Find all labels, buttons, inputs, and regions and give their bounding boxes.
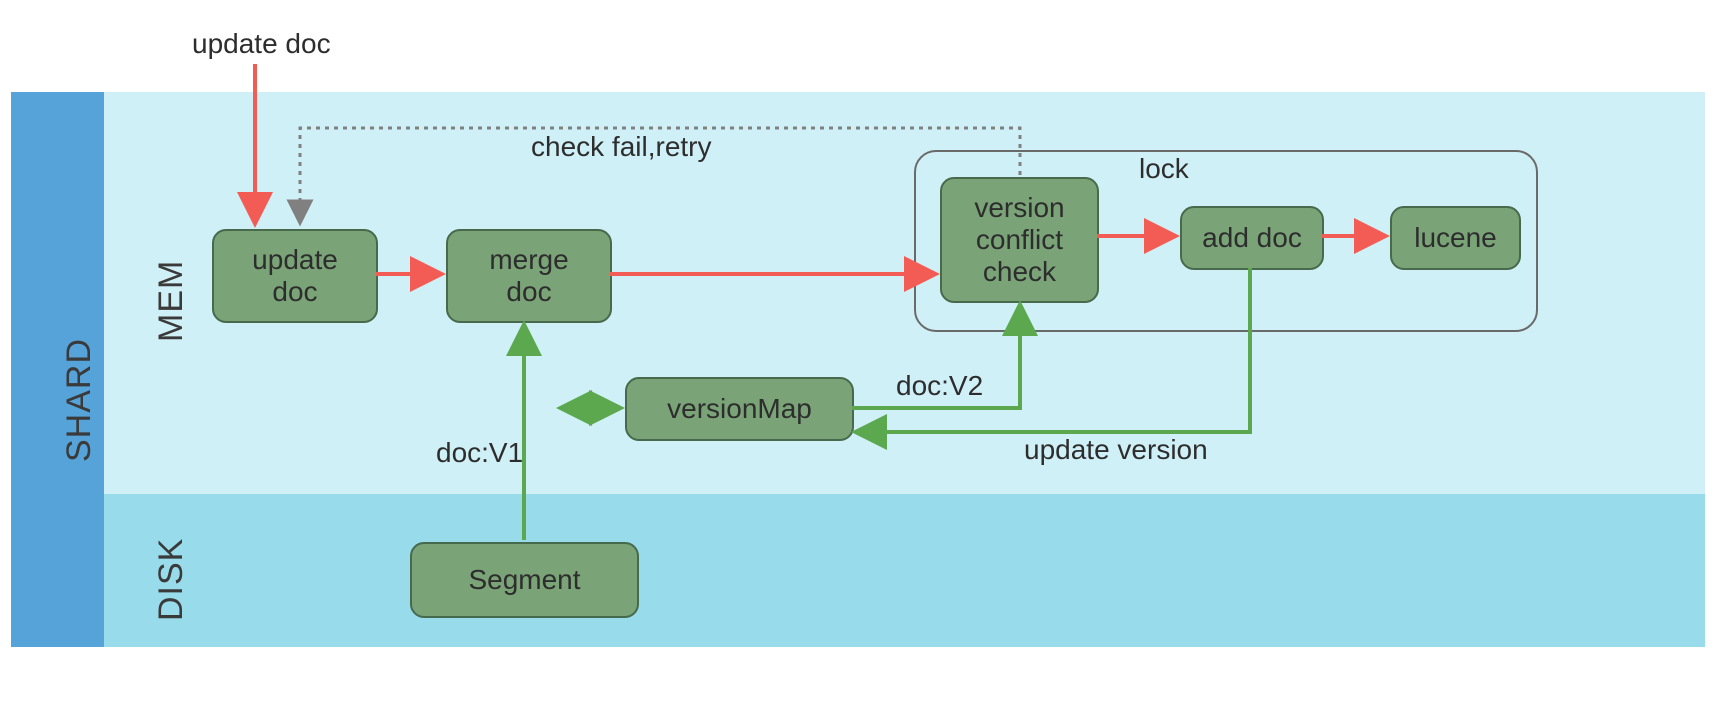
disk-label: DISK [152,538,191,621]
watermark: 云栖社区 yq.aliyun.com [1276,640,1710,698]
doc-v1-label: doc:V1 [436,437,523,469]
mem-label: MEM [152,260,191,342]
update-doc-node: update doc [212,229,378,323]
update-version-label: update version [1024,434,1208,466]
doc-v2-label: doc:V2 [896,370,983,402]
disk-region [104,494,1705,647]
add-doc-node: add doc [1180,206,1324,270]
shard-label: SHARD [60,338,99,462]
lucene-node: lucene [1390,206,1521,270]
lock-label: lock [1139,153,1189,185]
segment-node: Segment [410,542,639,618]
update-doc-top-label: update doc [192,28,331,60]
version-conflict-check-node: version conflict check [940,177,1099,303]
merge-doc-node: merge doc [446,229,612,323]
check-fail-label: check fail,retry [531,131,712,163]
version-map-node: versionMap [625,377,854,441]
